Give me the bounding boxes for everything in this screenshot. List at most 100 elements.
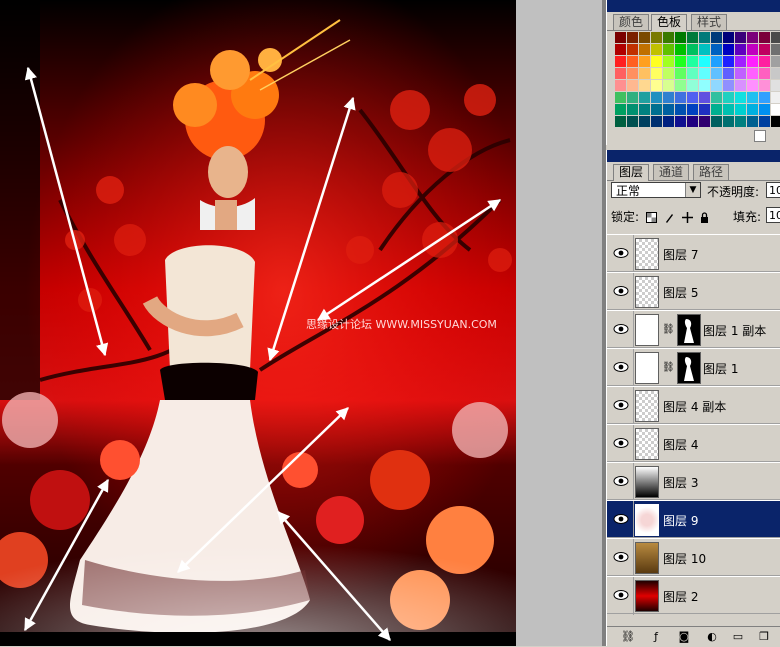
eye-icon[interactable] [611, 549, 631, 565]
panel-titlebar[interactable] [607, 150, 780, 162]
layer-row[interactable]: 图层 5 [607, 272, 780, 311]
color-swatch[interactable] [735, 44, 746, 55]
layer-row[interactable]: 图层 4 副本 [607, 386, 780, 425]
tab-paths[interactable]: 路径 [693, 164, 730, 180]
color-swatch[interactable] [639, 32, 650, 43]
color-swatch[interactable] [627, 104, 638, 115]
color-swatch[interactable] [675, 80, 686, 91]
color-swatch[interactable] [627, 68, 638, 79]
document-canvas[interactable]: 思缘设计论坛 WWW.MISSYUAN.COM [0, 0, 516, 646]
color-swatch[interactable] [627, 92, 638, 103]
color-swatch[interactable] [771, 44, 780, 55]
scroll-corner-button[interactable] [754, 130, 766, 142]
eye-icon[interactable] [611, 321, 631, 337]
fill-field[interactable]: 100 [766, 207, 780, 223]
color-swatch[interactable] [627, 56, 638, 67]
color-swatch[interactable] [687, 56, 698, 67]
color-swatch[interactable] [615, 104, 626, 115]
color-swatch[interactable] [663, 116, 674, 127]
color-swatch[interactable] [687, 104, 698, 115]
color-swatch[interactable] [639, 44, 650, 55]
eye-icon[interactable] [611, 435, 631, 451]
color-swatch[interactable] [639, 116, 650, 127]
tab-layers[interactable]: 图层 [613, 164, 650, 181]
color-swatch[interactable] [711, 56, 722, 67]
color-swatch[interactable] [735, 32, 746, 43]
color-swatch[interactable] [747, 32, 758, 43]
color-swatch[interactable] [759, 32, 770, 43]
eye-icon[interactable] [611, 511, 631, 527]
new-layer-icon[interactable]: ❐ [757, 631, 771, 643]
tab-color[interactable]: 颜色 [613, 14, 650, 30]
color-swatch[interactable] [747, 104, 758, 115]
lock-transparency-icon[interactable] [645, 212, 657, 223]
color-swatch[interactable] [771, 32, 780, 43]
color-swatch[interactable] [723, 68, 734, 79]
color-swatch[interactable] [723, 32, 734, 43]
color-swatch[interactable] [735, 68, 746, 79]
lock-brush-icon[interactable] [664, 212, 675, 223]
color-swatch[interactable] [639, 104, 650, 115]
color-swatch[interactable] [771, 104, 780, 115]
color-swatch[interactable] [651, 32, 662, 43]
color-swatch[interactable] [735, 104, 746, 115]
layer-style-icon[interactable]: ƒ [649, 631, 663, 643]
layer-row[interactable]: 图层 7 [607, 234, 780, 273]
color-swatch[interactable] [639, 56, 650, 67]
color-swatch[interactable] [615, 68, 626, 79]
eye-icon[interactable] [611, 587, 631, 603]
layer-row[interactable]: 图层 3 [607, 462, 780, 501]
color-swatch[interactable] [687, 68, 698, 79]
color-swatch[interactable] [771, 92, 780, 103]
color-swatch[interactable] [699, 104, 710, 115]
layer-row[interactable]: ⛓ 图层 1 [607, 348, 780, 387]
color-swatch[interactable] [735, 92, 746, 103]
layer-row[interactable]: ⛓ 图层 1 副本 [607, 310, 780, 349]
add-mask-icon[interactable]: ◙ [677, 631, 691, 643]
tab-channels[interactable]: 通道 [653, 164, 690, 180]
color-swatch[interactable] [615, 32, 626, 43]
color-swatch[interactable] [747, 92, 758, 103]
mask-link-icon[interactable]: ⛓ [662, 324, 675, 335]
color-swatch[interactable] [747, 116, 758, 127]
color-swatch[interactable] [675, 68, 686, 79]
color-swatch[interactable] [627, 80, 638, 91]
color-swatch[interactable] [735, 116, 746, 127]
color-swatch[interactable] [699, 92, 710, 103]
link-layers-icon[interactable]: ⛓ [621, 631, 635, 643]
color-swatch[interactable] [675, 116, 686, 127]
lock-move-icon[interactable] [681, 212, 693, 223]
layer-row[interactable]: 图层 4 [607, 424, 780, 463]
color-swatch[interactable] [759, 68, 770, 79]
layer-row[interactable]: 图层 10 [607, 538, 780, 577]
color-swatch[interactable] [675, 56, 686, 67]
color-swatch[interactable] [651, 68, 662, 79]
tab-styles[interactable]: 样式 [691, 14, 728, 30]
color-swatch[interactable] [723, 116, 734, 127]
color-swatch[interactable] [675, 44, 686, 55]
eye-icon[interactable] [611, 283, 631, 299]
color-swatch[interactable] [711, 116, 722, 127]
adjustment-layer-icon[interactable]: ◐ [705, 631, 719, 643]
layer-mask-thumbnail[interactable] [677, 314, 701, 346]
color-swatch[interactable] [771, 116, 780, 127]
color-swatch[interactable] [627, 32, 638, 43]
color-swatch[interactable] [759, 56, 770, 67]
color-swatch[interactable] [759, 44, 770, 55]
color-swatch[interactable] [747, 56, 758, 67]
color-swatch[interactable] [615, 44, 626, 55]
color-swatch[interactable] [699, 68, 710, 79]
color-swatch[interactable] [615, 80, 626, 91]
color-swatch[interactable] [723, 104, 734, 115]
blend-mode-select[interactable]: 正常 ▼ [611, 182, 701, 198]
color-swatch[interactable] [663, 32, 674, 43]
color-swatch[interactable] [627, 44, 638, 55]
color-swatch[interactable] [615, 116, 626, 127]
color-swatch[interactable] [723, 92, 734, 103]
color-swatch[interactable] [723, 44, 734, 55]
color-swatch[interactable] [651, 44, 662, 55]
color-swatch[interactable] [627, 116, 638, 127]
color-swatch[interactable] [675, 92, 686, 103]
color-swatch[interactable] [675, 104, 686, 115]
color-swatch[interactable] [651, 80, 662, 91]
